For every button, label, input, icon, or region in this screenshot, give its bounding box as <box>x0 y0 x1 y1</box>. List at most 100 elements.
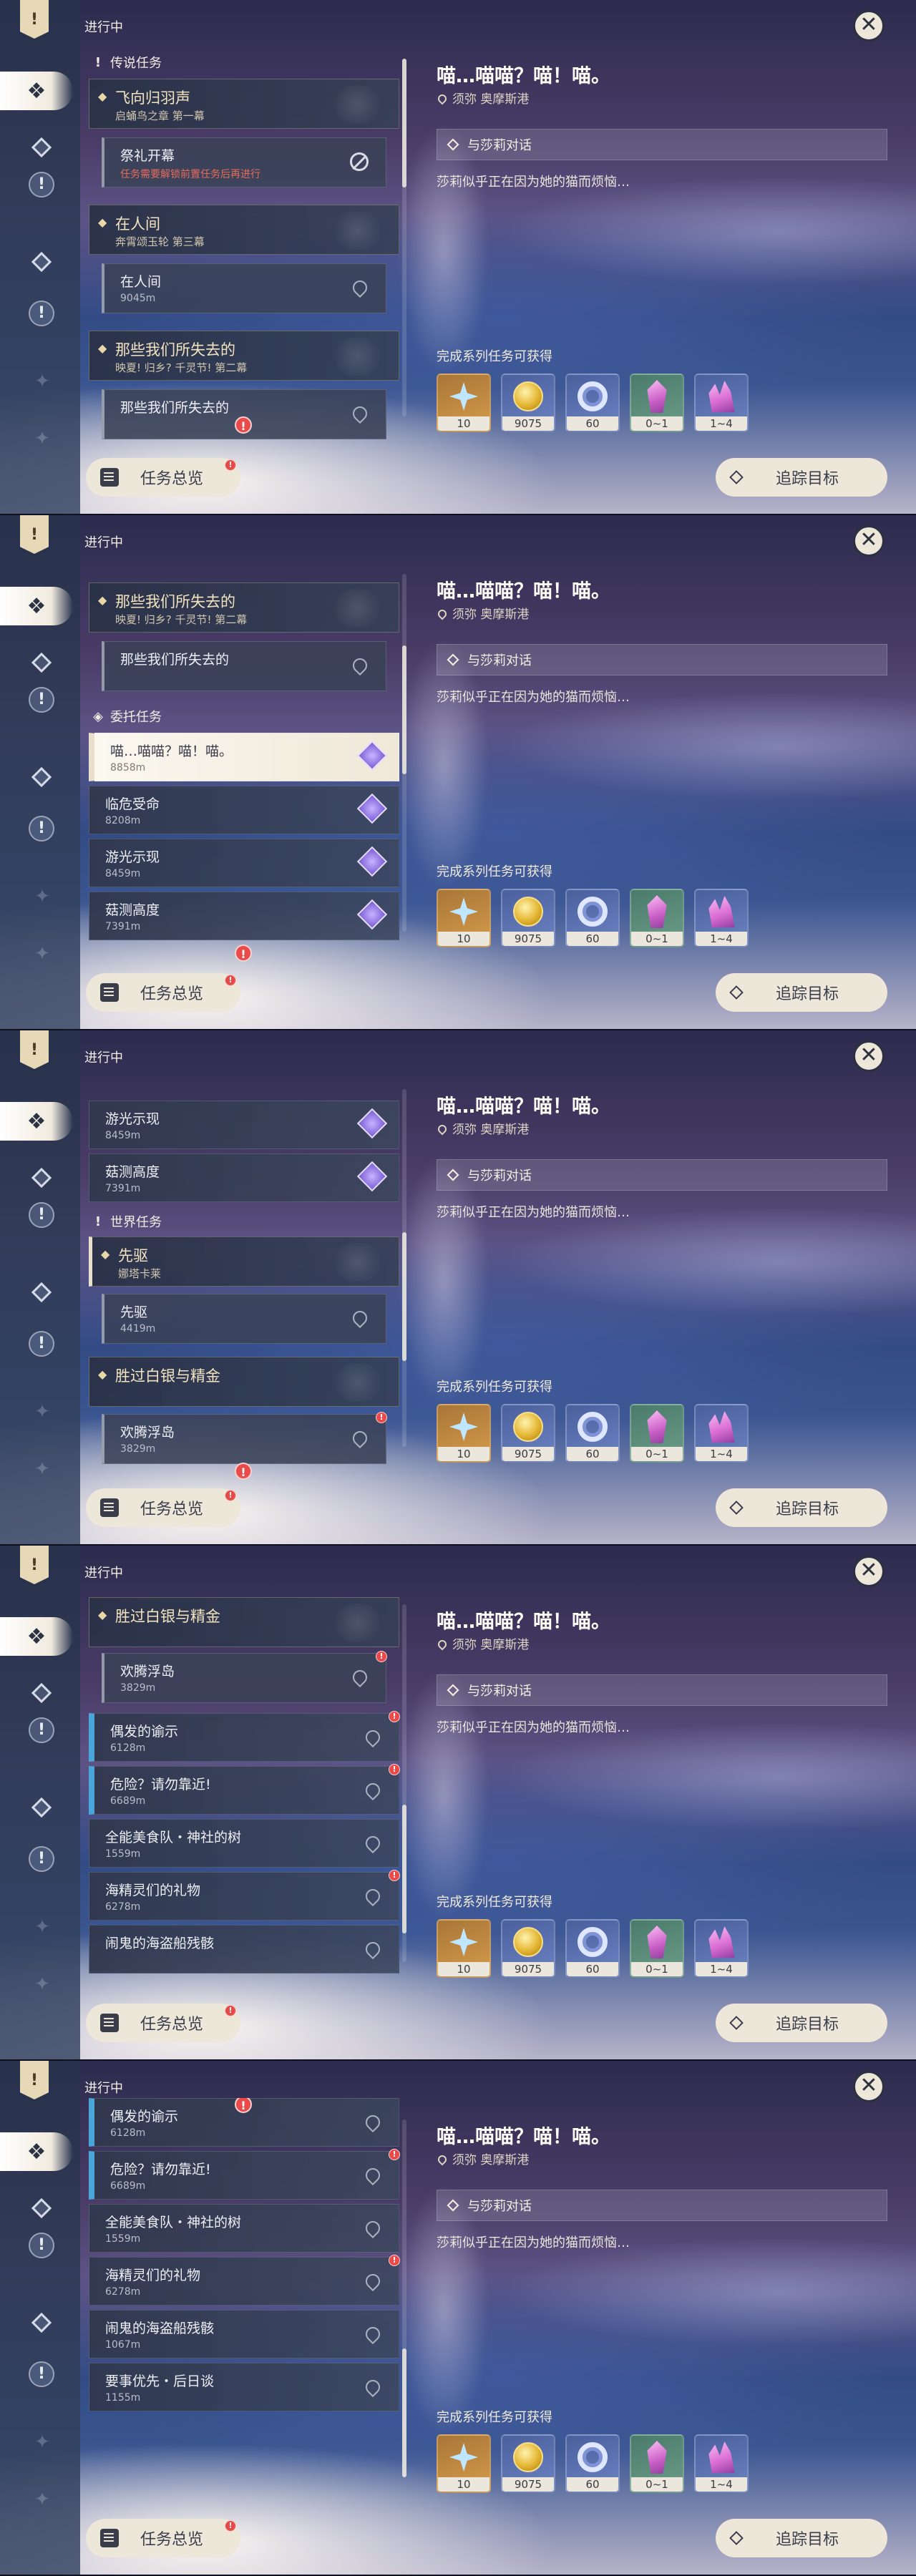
location-pin-icon[interactable] <box>362 2112 384 2133</box>
commission-item[interactable]: 菇测高度 7391m <box>89 892 399 940</box>
quest-overview-button[interactable]: 任务总览! <box>86 973 240 1012</box>
reward-primogem[interactable]: 10 <box>437 1919 491 1978</box>
sub-quest[interactable]: 欢腾浮岛 3829m! <box>102 1412 387 1464</box>
close-button[interactable]: ✕ <box>853 2071 885 2102</box>
all-quests-tab[interactable]: ❖ <box>0 587 73 625</box>
story-quest-tab-icon[interactable]: ! <box>29 687 54 713</box>
scrollbar[interactable] <box>402 1089 406 1447</box>
scrollbar[interactable] <box>402 2119 406 2477</box>
close-button[interactable]: ✕ <box>853 10 885 42</box>
close-button[interactable]: ✕ <box>853 1556 885 1587</box>
reward-mora[interactable]: 9075 <box>501 889 555 947</box>
scrollbar-thumb[interactable] <box>402 2348 406 2477</box>
commission-item-selected[interactable]: 喵…喵喵？喵！喵。 8858m <box>89 733 399 781</box>
sub-quest[interactable]: 在人间 9045m <box>102 263 386 313</box>
track-objective-button[interactable]: 追踪目标 <box>716 458 887 497</box>
location-pin-icon[interactable] <box>362 1833 384 1854</box>
commission-tab-icon[interactable] <box>31 251 52 273</box>
quest-group[interactable]: ◆ 胜过白银与精金 <box>89 1357 399 1407</box>
archon-quest-tab-icon[interactable] <box>31 137 52 158</box>
story-quest-tab-icon[interactable]: ! <box>29 1202 54 1228</box>
reward-mora[interactable]: 9075 <box>501 1404 555 1463</box>
reward-primogem[interactable]: 10 <box>437 889 491 947</box>
world-quest-item[interactable]: 闹鬼的海盗船残骸 <box>89 1925 399 1974</box>
world-quest-tab-icon[interactable]: ! <box>29 1331 54 1357</box>
commission-item[interactable]: 游光示现 8459m <box>89 839 399 887</box>
location-pin-icon[interactable] <box>362 2323 384 2345</box>
archon-quest-tab-icon[interactable] <box>31 1167 52 1189</box>
all-quests-tab[interactable]: ❖ <box>0 2132 73 2171</box>
scrollbar-thumb[interactable] <box>402 1232 406 1361</box>
scrollbar-thumb[interactable] <box>402 59 406 187</box>
all-quests-tab[interactable]: ❖ <box>0 1102 73 1141</box>
sub-quest[interactable]: 那些我们所失去的 <box>102 641 386 691</box>
quest-overview-button[interactable]: 任务总览! <box>86 1488 240 1527</box>
reward-crystal[interactable]: 0~1 <box>630 889 684 947</box>
quest-group[interactable]: ◆ 胜过白银与精金 <box>89 1597 399 1647</box>
sub-quest[interactable]: 先驱 4419m <box>102 1294 386 1344</box>
sub-quest[interactable]: 祭礼开幕 任务需要解锁前置任务后再进行 <box>102 137 386 187</box>
track-objective-button[interactable]: 追踪目标 <box>716 2519 887 2557</box>
scrollbar-thumb[interactable] <box>402 645 406 774</box>
all-quests-tab[interactable]: ❖ <box>0 1617 73 1656</box>
world-quest-tab-icon[interactable]: ! <box>29 1846 54 1872</box>
reward-crystal[interactable]: 0~1 <box>630 1919 684 1978</box>
reward-crystal-cluster[interactable]: 1~4 <box>694 2434 749 2493</box>
scrollbar-thumb[interactable] <box>402 1805 406 1933</box>
reward-mora[interactable]: 9075 <box>501 2434 555 2493</box>
reward-exp[interactable]: 60 <box>565 1919 620 1978</box>
reward-primogem[interactable]: 10 <box>437 2434 491 2493</box>
scrollbar[interactable] <box>402 59 406 416</box>
track-objective-button[interactable]: 追踪目标 <box>716 1488 887 1527</box>
world-quest-item[interactable]: 海精灵们的礼物 6278m! <box>89 2255 400 2306</box>
location-pin-icon[interactable] <box>349 403 371 424</box>
reward-crystal-cluster[interactable]: 1~4 <box>694 374 749 432</box>
commission-tab-icon[interactable] <box>31 2312 52 2333</box>
quest-group[interactable]: ◆ 那些我们所失去的 映夏! 归乡? 千灵节! 第二幕 <box>89 331 399 381</box>
world-quest-item[interactable]: 危险？请勿靠近! 6689m! <box>89 1764 400 1815</box>
location-pin-icon[interactable] <box>362 1885 384 1907</box>
quest-group[interactable]: ◆ 在人间 奔霄颂玉轮 第三幕 <box>89 205 399 255</box>
reward-crystal-cluster[interactable]: 1~4 <box>694 1404 749 1463</box>
quest-group[interactable]: ◆ 那些我们所失去的 映夏! 归乡? 千灵节! 第二幕 <box>89 582 399 633</box>
commission-tab-icon[interactable] <box>31 1797 52 1818</box>
quest-group[interactable]: ◆ 飞向归羽声 启蛹鸟之章 第一幕 <box>89 79 399 129</box>
reward-crystal[interactable]: 0~1 <box>630 374 684 432</box>
location-pin-icon[interactable] <box>362 1938 384 1960</box>
commission-item[interactable]: 游光示现 8459m <box>89 1101 399 1149</box>
location-pin-icon[interactable] <box>349 1307 371 1329</box>
world-quest-item[interactable]: 闹鬼的海盗船残骸 1067m <box>89 2310 399 2358</box>
world-quest-tab-icon[interactable]: ! <box>29 2361 54 2387</box>
quest-overview-button[interactable]: 任务总览! <box>86 2519 240 2557</box>
story-quest-tab-icon[interactable]: ! <box>29 172 54 197</box>
location-pin-icon[interactable] <box>362 1780 384 1801</box>
archon-quest-tab-icon[interactable] <box>31 1682 52 1704</box>
world-quest-item[interactable]: 要事优先・后日谈 1155m <box>89 2363 399 2411</box>
reward-exp[interactable]: 60 <box>565 374 620 432</box>
quest-overview-button[interactable]: 任务总览! <box>86 2004 240 2042</box>
scrollbar[interactable] <box>402 1604 406 1962</box>
story-quest-tab-icon[interactable]: ! <box>29 2233 54 2258</box>
story-quest-tab-icon[interactable]: ! <box>29 1717 54 1743</box>
quest-group-selected[interactable]: ◆ 先驱 娜塔卡莱 <box>89 1236 399 1287</box>
reward-exp[interactable]: 60 <box>565 889 620 947</box>
location-pin-icon[interactable] <box>349 655 371 676</box>
close-button[interactable]: ✕ <box>853 1040 885 1072</box>
commission-item[interactable]: 临危受命 8208m <box>89 786 399 834</box>
location-pin-icon[interactable] <box>362 2270 384 2292</box>
world-quest-item[interactable]: 全能美食队・神社的树 1559m <box>89 2204 399 2253</box>
location-pin-icon[interactable] <box>362 1727 384 1748</box>
world-quest-item[interactable]: 偶发的谕示 6128m! <box>89 1711 400 1762</box>
archon-quest-tab-icon[interactable] <box>31 652 52 673</box>
location-pin-icon[interactable] <box>362 2218 384 2239</box>
reward-crystal[interactable]: 0~1 <box>630 2434 684 2493</box>
commission-tab-icon[interactable] <box>31 1282 52 1303</box>
reward-mora[interactable]: 9075 <box>501 374 555 432</box>
location-pin-icon[interactable] <box>349 277 371 298</box>
quest-overview-button[interactable]: 任务总览! <box>86 458 240 497</box>
commission-item[interactable]: 菇测高度 7391m <box>89 1153 399 1202</box>
reward-mora[interactable]: 9075 <box>501 1919 555 1978</box>
reward-crystal-cluster[interactable]: 1~4 <box>694 1919 749 1978</box>
world-quest-item[interactable]: 偶发的谕示 6128m! <box>89 2098 399 2147</box>
world-quest-tab-icon[interactable]: ! <box>29 816 54 841</box>
